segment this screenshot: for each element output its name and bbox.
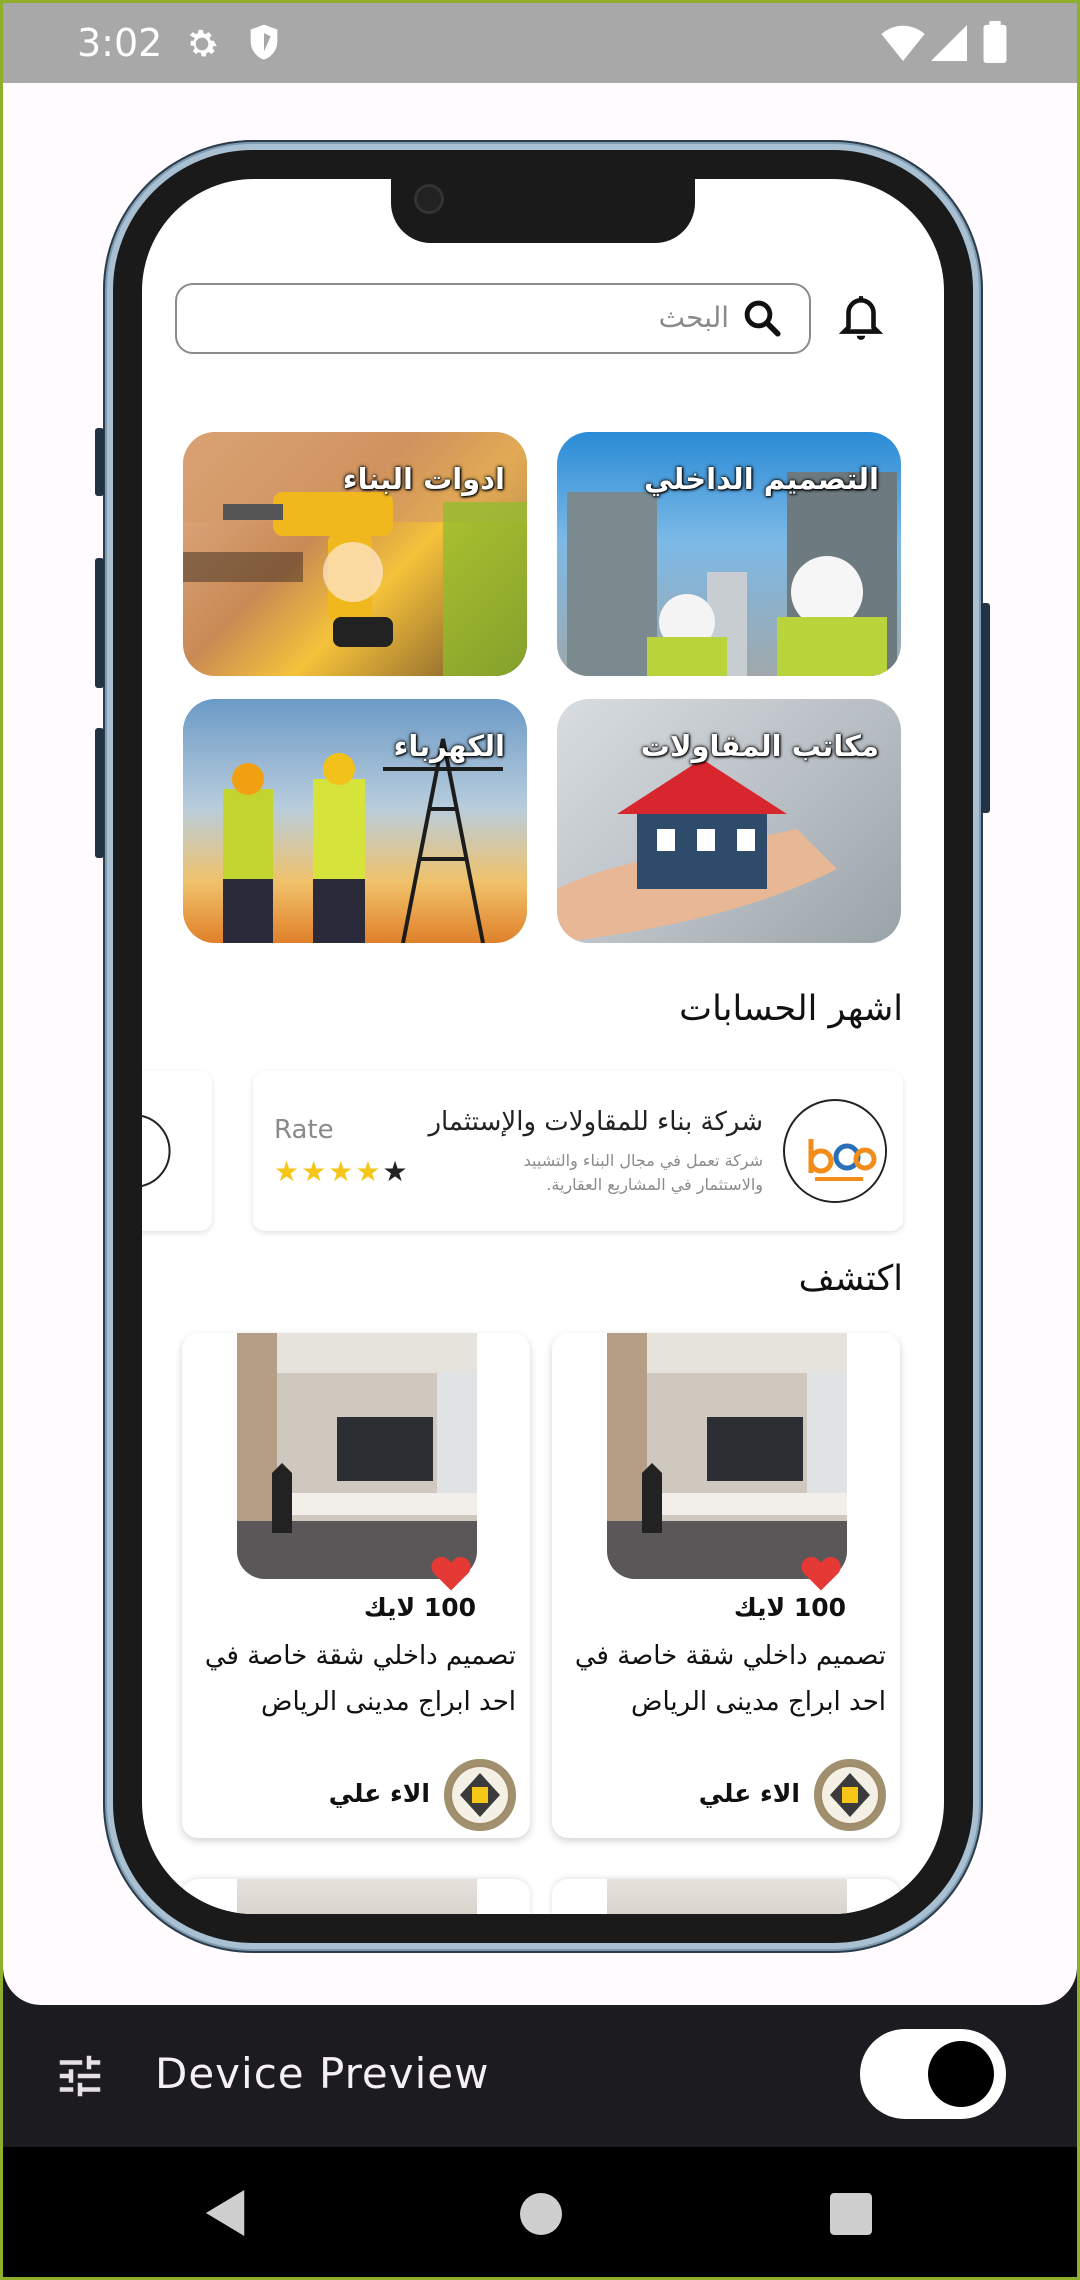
author-avatar	[814, 1759, 886, 1831]
post-image	[607, 1333, 847, 1579]
discover-heading: اكتشف	[798, 1259, 903, 1299]
category-interior-design[interactable]: التصميم الداخلي	[557, 432, 901, 676]
account-logo	[783, 1099, 887, 1203]
post-card-partial[interactable]	[182, 1879, 530, 1914]
heart-icon[interactable]	[800, 1553, 842, 1593]
cellular-signal-icon	[931, 25, 967, 61]
post-card-partial[interactable]	[552, 1879, 900, 1914]
device-screen: 3:02 البحث ادوات البناء التصميم الداخلي …	[3, 3, 1077, 2277]
device-preview-toolbar: Device Preview	[3, 2005, 1077, 2147]
rating-stars: ★★★★★	[274, 1155, 410, 1188]
preview-canvas: البحث ادوات البناء التصميم الداخلي الكهر…	[3, 83, 1077, 2005]
category-building-tools[interactable]: ادوات البناء	[183, 432, 527, 676]
category-electricity[interactable]: الكهرباء	[183, 699, 527, 943]
star-filled-icon: ★	[274, 1155, 302, 1188]
device-preview-toggle[interactable]	[860, 2029, 1006, 2119]
living-room-image	[607, 1333, 847, 1579]
mute-switch	[95, 428, 104, 496]
volume-up-button	[95, 558, 104, 688]
star-filled-icon: ★	[328, 1155, 356, 1188]
volume-down-button	[95, 728, 104, 858]
device-preview-label: Device Preview	[155, 2049, 490, 2098]
account-description: شركة تعمل في مجال البناء والتشييد والاست…	[523, 1151, 763, 1194]
post-image-partial	[237, 1879, 477, 1914]
category-label: التصميم الداخلي	[644, 462, 879, 496]
post-title: تصميم داخلي شقة خاصة في احد ابراج مدينى …	[574, 1641, 886, 1717]
home-icon[interactable]	[520, 2193, 562, 2235]
post-likes: 100 لايك	[733, 1593, 846, 1622]
post-image	[237, 1333, 477, 1579]
author-avatar	[444, 1759, 516, 1831]
shield-icon	[250, 24, 278, 60]
account-card-previous[interactable]	[142, 1071, 212, 1231]
post-author: الاء علي	[328, 1779, 430, 1808]
back-icon[interactable]	[205, 2190, 249, 2236]
status-time: 3:02	[77, 21, 163, 65]
settings-icon	[189, 29, 217, 57]
wifi-icon	[881, 25, 925, 61]
category-contracting-offices[interactable]: مكاتب المقاولات	[557, 699, 901, 943]
heart-icon[interactable]	[430, 1553, 472, 1593]
category-label: مكاتب المقاولات	[640, 729, 879, 763]
status-bar: 3:02	[3, 3, 1077, 83]
account-name: شركة بناء للمقاولات والإستثمار	[428, 1107, 763, 1137]
author-logo-image	[452, 1767, 508, 1823]
tune-settings-icon[interactable]	[53, 2049, 107, 2103]
app-screen: البحث ادوات البناء التصميم الداخلي الكهر…	[142, 179, 944, 1914]
account-logo-partial	[142, 1115, 171, 1187]
rate-label: Rate	[274, 1115, 334, 1145]
camera	[417, 187, 441, 211]
search-input[interactable]: البحث	[175, 283, 811, 354]
post-image-partial	[607, 1879, 847, 1914]
toggle-knob	[928, 2041, 994, 2107]
post-author: الاء علي	[698, 1779, 800, 1808]
living-room-image	[237, 1333, 477, 1579]
notch	[391, 179, 695, 243]
account-card[interactable]: شركة بناء للمقاولات والإستثمار شركة تعمل…	[253, 1071, 903, 1231]
search-icon[interactable]	[741, 297, 783, 339]
post-title: تصميم داخلي شقة خاصة في احد ابراج مدينى …	[204, 1641, 516, 1717]
battery-icon	[983, 21, 1007, 63]
post-likes: 100 لايك	[363, 1593, 476, 1622]
star-filled-icon: ★	[355, 1155, 383, 1188]
post-card[interactable]: 100 لايك تصميم داخلي شقة خاصة في احد ابر…	[182, 1333, 530, 1838]
android-navigation-bar	[3, 2147, 1077, 2277]
star-empty-icon: ★	[382, 1155, 410, 1188]
notification-bell-icon[interactable]	[836, 289, 886, 345]
popular-accounts-heading: اشهر الحسابات	[679, 989, 903, 1029]
author-logo-image	[822, 1767, 878, 1823]
company-logo-image	[787, 1103, 885, 1201]
category-label: الكهرباء	[393, 729, 505, 763]
star-filled-icon: ★	[301, 1155, 329, 1188]
category-label: ادوات البناء	[342, 462, 505, 496]
power-button	[981, 603, 990, 813]
search-placeholder: البحث	[658, 301, 729, 334]
post-card[interactable]: 100 لايك تصميم داخلي شقة خاصة في احد ابر…	[552, 1333, 900, 1838]
recents-icon[interactable]	[830, 2193, 872, 2235]
